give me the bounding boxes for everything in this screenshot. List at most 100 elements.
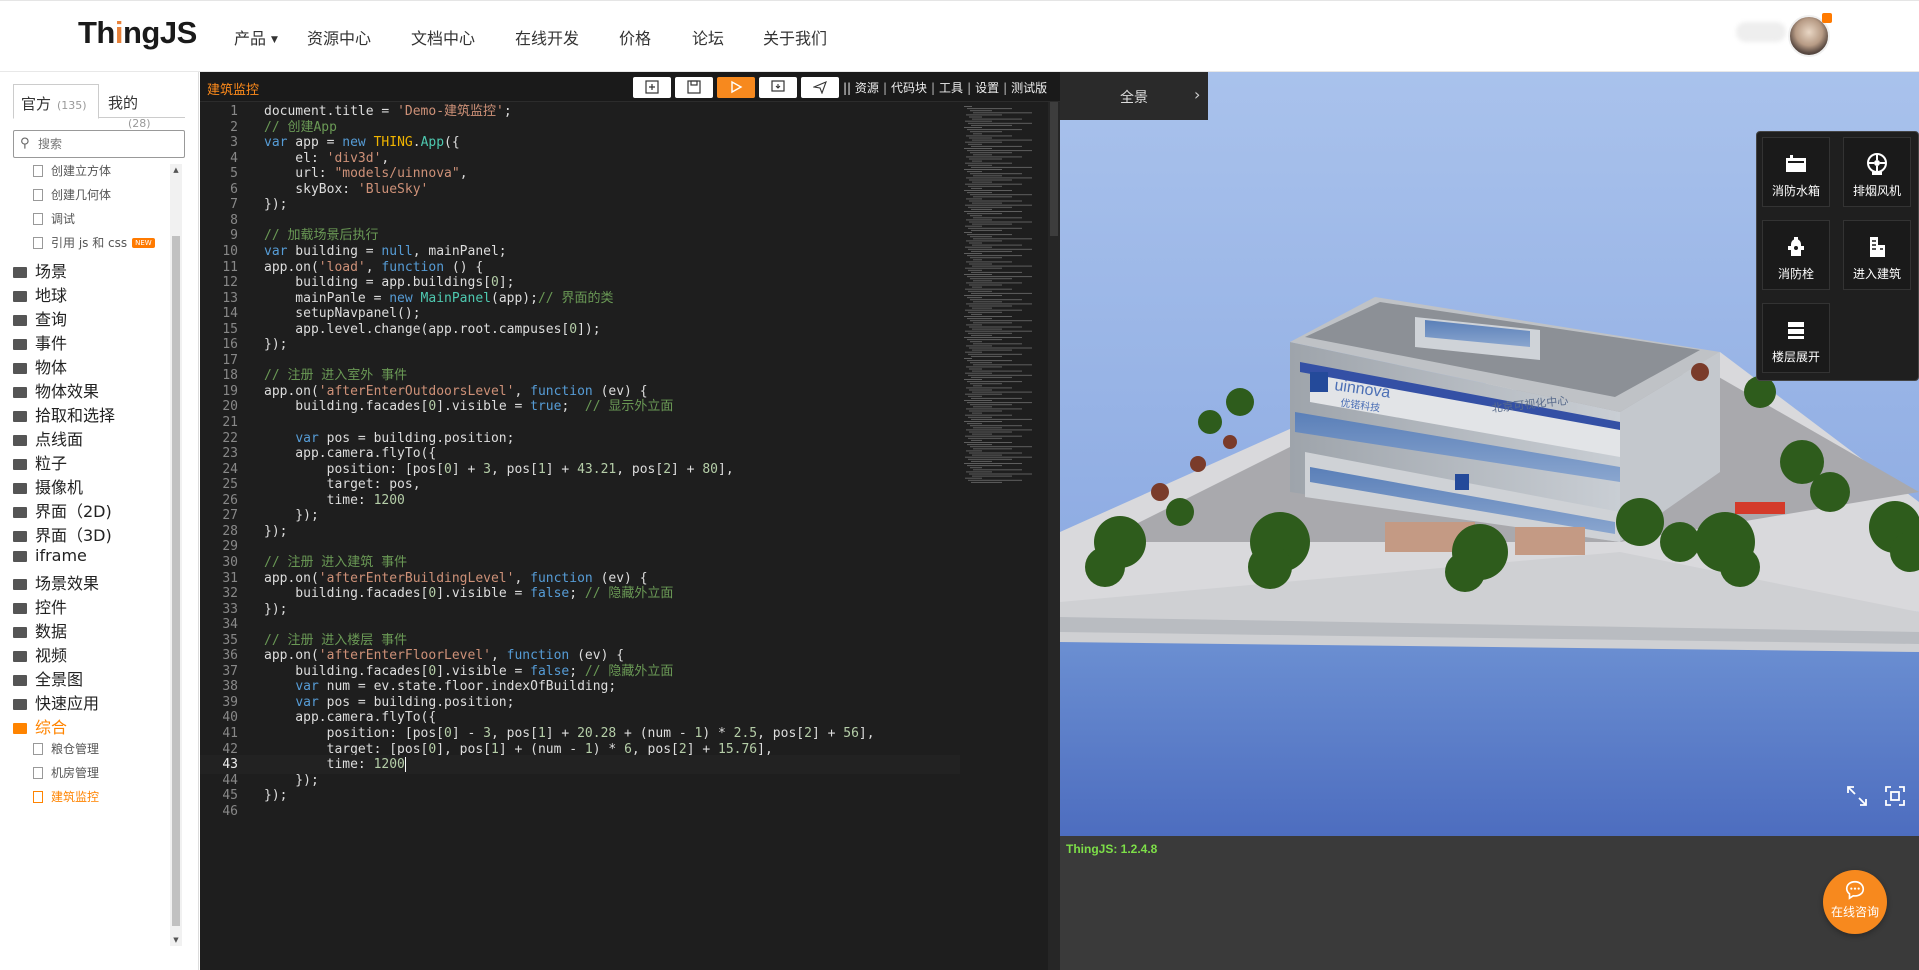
code-editor: 建筑监控 || 资源 | 代码块 | 工具 | 设置 | 测试版 1 document.title… — [200, 72, 1254, 970]
folder-icon — [13, 675, 27, 686]
tree-category[interactable]: 拾取和选择 — [13, 402, 115, 426]
tree-example[interactable]: 创建几何体 — [13, 186, 111, 210]
tree-category[interactable]: 事件 — [13, 330, 67, 354]
share-button[interactable] — [801, 77, 839, 98]
screenshot-icon — [771, 80, 785, 92]
uinnova-logo — [1310, 372, 1328, 392]
tree-category[interactable]: 快速应用 — [13, 690, 99, 714]
tree-item-label: 数据 — [35, 622, 68, 641]
tree-example[interactable]: 建筑监控 — [13, 788, 99, 812]
link-settings[interactable]: 设置 — [975, 81, 999, 95]
scroll-down-arrow-icon[interactable]: ▼ — [170, 934, 182, 946]
online-consult-button[interactable]: 在线咨询 — [1823, 870, 1887, 934]
tab-mine[interactable]: 我的(28) — [101, 84, 185, 130]
tab-official[interactable]: 官方 (135) — [13, 84, 99, 119]
nav-docs-center[interactable]: 文档中心 — [411, 25, 475, 49]
run-button[interactable] — [717, 77, 755, 98]
tree-category[interactable]: 粒子 — [13, 450, 67, 474]
username-blurred[interactable] — [1736, 22, 1786, 42]
scroll-up-arrow-icon[interactable]: ▲ — [170, 164, 182, 176]
panorama-tab[interactable]: 全景 › — [1060, 72, 1208, 120]
tree-item-label: 点线面 — [35, 430, 84, 449]
tree-example[interactable]: 粮仓管理 — [13, 740, 99, 764]
save-button[interactable] — [675, 77, 713, 98]
tree-item-label: 拾取和选择 — [35, 406, 116, 425]
tree-category[interactable]: 视频 — [13, 642, 67, 666]
scene-control-panel: 消防水箱 排烟风机 消防栓 进入建筑 楼层展开 — [1756, 131, 1919, 381]
tree-category[interactable]: 查询 — [13, 306, 67, 330]
editor-scroll-thumb[interactable] — [1050, 102, 1058, 236]
tree-category[interactable]: 综合 — [13, 714, 67, 738]
tree-category[interactable]: 全景图 — [13, 666, 83, 690]
sidebar-search[interactable]: ⚲ — [13, 130, 185, 158]
tree-category[interactable]: 控件 — [13, 594, 67, 618]
fullscreen-icon[interactable] — [1845, 784, 1869, 808]
hydrant-button[interactable]: 消防栓 — [1762, 220, 1830, 290]
file-icon — [33, 237, 43, 249]
code-area[interactable]: 1 document.title = 'Demo-建筑监控'; 2// 创建App 3… — [200, 102, 960, 970]
new-file-button[interactable] — [633, 77, 671, 98]
link-resources[interactable]: 资源 — [855, 81, 879, 95]
editor-scrollbar[interactable] — [1048, 102, 1060, 970]
nav-pricing[interactable]: 价格 — [619, 25, 651, 49]
tree-category[interactable]: 界面（3D) — [13, 522, 112, 546]
tree-category[interactable]: 场景效果 — [13, 570, 99, 594]
example-tree: 创建立方体 创建几何体调试引用 js 和 css NEW 场景 地球 查询 事件 物体 物体效果… — [13, 162, 181, 960]
tree-item-label: 界面（2D) — [35, 502, 112, 521]
folder-icon — [13, 651, 27, 662]
tree-item-label: 引用 js 和 css — [51, 236, 128, 250]
tree-item-label: 建筑监控 — [51, 790, 100, 804]
water-tank-button[interactable]: 消防水箱 — [1762, 137, 1830, 207]
sidebar-scrollbar[interactable]: ▲ ▼ — [170, 164, 182, 946]
nav-forum[interactable]: 论坛 — [692, 25, 724, 49]
tree-category[interactable]: iframe — [13, 546, 87, 570]
tree-category[interactable]: 界面（2D) — [13, 498, 112, 522]
link-beta[interactable]: 测试版 — [1011, 81, 1047, 95]
link-code-blocks[interactable]: 代码块 — [891, 81, 927, 95]
tree-item-label: 场景效果 — [35, 574, 100, 593]
save-icon — [687, 80, 701, 94]
nav-product[interactable]: 产品 ▼ — [234, 25, 278, 49]
nav-online-dev[interactable]: 在线开发 — [515, 25, 579, 49]
tree-item-label: 粮仓管理 — [51, 742, 100, 756]
tree-category[interactable]: 物体 — [13, 354, 67, 378]
tree-item-label: 调试 — [51, 212, 76, 226]
tree-item-label: 全景图 — [35, 670, 84, 689]
tree-category[interactable]: 场景 — [13, 258, 67, 282]
tree-category[interactable]: 摄像机 — [13, 474, 83, 498]
search-input[interactable] — [38, 135, 178, 153]
folder-icon — [13, 411, 27, 422]
tree-example[interactable]: 调试 — [13, 210, 75, 234]
engine-version: ThingJS: 1.2.4.8 — [1066, 842, 1158, 856]
tree-category[interactable]: 数据 — [13, 618, 67, 642]
tree-item-label: 综合 — [35, 718, 68, 737]
focus-frame-icon[interactable] — [1883, 784, 1907, 808]
thingjs-logo[interactable]: ThingJS — [78, 15, 197, 51]
tree-category[interactable]: 地球 — [13, 282, 67, 306]
tree-example[interactable]: 机房管理 — [13, 764, 99, 788]
tree-item-label: 摄像机 — [35, 478, 84, 497]
tree-example[interactable]: 创建立方体 — [13, 162, 111, 186]
file-icon — [33, 791, 43, 803]
tree-category[interactable]: 点线面 — [13, 426, 83, 450]
send-icon — [813, 81, 827, 94]
floors-icon — [1788, 322, 1804, 339]
nav-about-us[interactable]: 关于我们 — [763, 25, 827, 49]
exhaust-fan-button[interactable]: 排烟风机 — [1843, 137, 1911, 207]
link-tools[interactable]: 工具 — [939, 81, 963, 95]
tree-category[interactable]: 物体效果 — [13, 378, 99, 402]
nav-resource-center[interactable]: 资源中心 — [307, 25, 371, 49]
toolbar-links: || 资源 | 代码块 | 工具 | 设置 | 测试版 — [843, 81, 1048, 95]
tree-example[interactable]: 引用 js 和 css NEW — [13, 234, 155, 258]
folder-icon — [13, 459, 27, 470]
code-minimap[interactable] — [960, 102, 1048, 970]
file-icon — [33, 165, 43, 177]
expand-floors-button[interactable]: 楼层展开 — [1762, 303, 1830, 373]
scroll-thumb[interactable] — [172, 236, 180, 926]
folder-icon — [13, 363, 27, 374]
code-line[interactable]: 46 — [200, 802, 960, 821]
enter-building-button[interactable]: 进入建筑 — [1843, 220, 1911, 290]
screenshot-button[interactable] — [759, 77, 797, 98]
chevron-right-icon: › — [1194, 85, 1201, 104]
folder-icon — [13, 603, 27, 614]
